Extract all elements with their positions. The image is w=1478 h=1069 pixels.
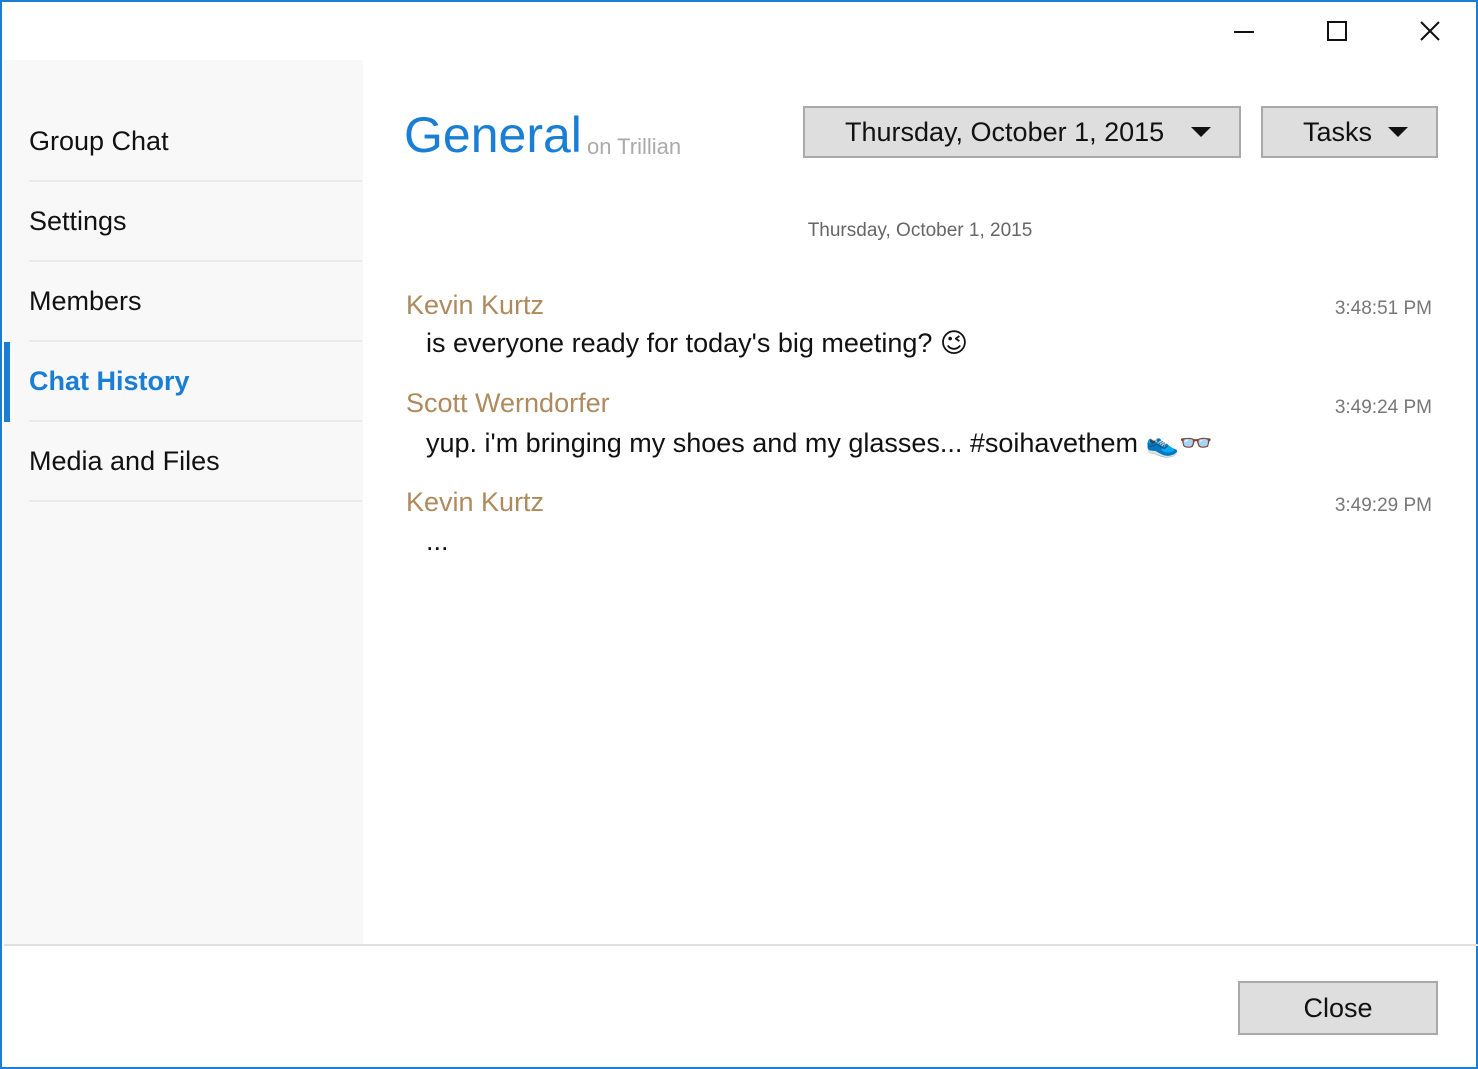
message-text: is everyone ready for today's big meetin… — [426, 328, 969, 358]
chevron-down-icon — [1388, 127, 1408, 137]
message-text: ... — [426, 526, 449, 556]
sidebar-item-label: Chat History — [29, 365, 190, 396]
maximize-button[interactable] — [1291, 2, 1383, 60]
tasks-dropdown[interactable]: Tasks — [1261, 106, 1438, 158]
sidebar-item-label: Media and Files — [29, 445, 220, 476]
sidebar-item-chat-history[interactable]: Chat History — [29, 342, 362, 422]
message-author: Kevin Kurtz — [406, 290, 545, 320]
sidebar-item-group-chat[interactable]: Group Chat — [29, 102, 362, 182]
page-title: General — [404, 107, 582, 163]
dialog-window: Group Chat Settings Members Chat History… — [0, 0, 1478, 1069]
sidebar-item-media-and-files[interactable]: Media and Files — [29, 422, 362, 502]
minimize-icon — [1234, 31, 1254, 33]
minimize-button[interactable] — [1198, 2, 1290, 60]
sidebar-item-members[interactable]: Members — [29, 262, 362, 342]
message-timestamp: 3:49:29 PM — [1334, 495, 1432, 516]
message-author: Kevin Kurtz — [406, 487, 545, 517]
tasks-dropdown-label: Tasks — [1303, 116, 1373, 147]
footer-divider — [4, 944, 1478, 946]
chevron-down-icon — [1191, 127, 1211, 137]
message-author: Scott Werndorfer — [406, 388, 610, 418]
page-subtitle: on Trillian — [587, 134, 682, 159]
maximize-icon — [1327, 21, 1347, 41]
date-dropdown-value: Thursday, October 1, 2015 — [845, 116, 1165, 147]
sidebar-item-label: Settings — [29, 205, 127, 236]
message-text: yup. i'm bringing my shoes and my glasse… — [426, 428, 1213, 458]
sidebar-item-settings[interactable]: Settings — [29, 182, 362, 262]
date-dropdown[interactable]: Thursday, October 1, 2015 — [803, 106, 1241, 158]
close-button[interactable]: Close — [1238, 981, 1438, 1035]
active-nav-indicator — [4, 342, 10, 422]
message-timestamp: 3:48:51 PM — [1334, 298, 1432, 319]
window-close-button[interactable] — [1384, 2, 1476, 60]
close-button-label: Close — [1303, 992, 1373, 1023]
sidebar: Group Chat Settings Members Chat History… — [4, 60, 363, 944]
sidebar-item-label: Members — [29, 285, 142, 316]
sidebar-item-label: Group Chat — [29, 125, 169, 156]
close-icon — [1420, 21, 1440, 41]
date-separator: Thursday, October 1, 2015 — [807, 220, 1033, 241]
message-timestamp: 3:49:24 PM — [1334, 397, 1432, 418]
